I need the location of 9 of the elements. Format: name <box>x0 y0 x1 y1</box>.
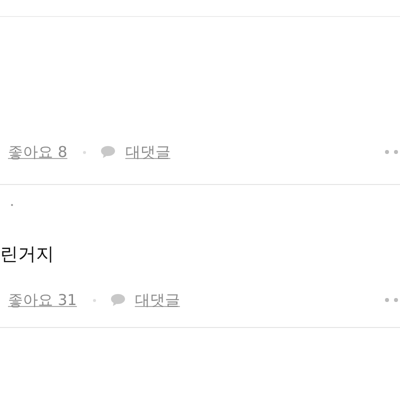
more-icon[interactable] <box>385 298 400 302</box>
like-link[interactable]: 좋아요 31 <box>8 290 77 310</box>
like-link[interactable]: 좋아요 8 <box>8 142 68 162</box>
comment-text: 린거지 <box>0 243 54 266</box>
speech-bubble-icon <box>100 145 116 159</box>
speech-bubble-icon <box>110 293 126 307</box>
more-icon[interactable] <box>385 150 400 154</box>
reply-link[interactable]: 대댓글 <box>134 290 180 310</box>
reply-link[interactable]: 대댓글 <box>125 142 170 162</box>
